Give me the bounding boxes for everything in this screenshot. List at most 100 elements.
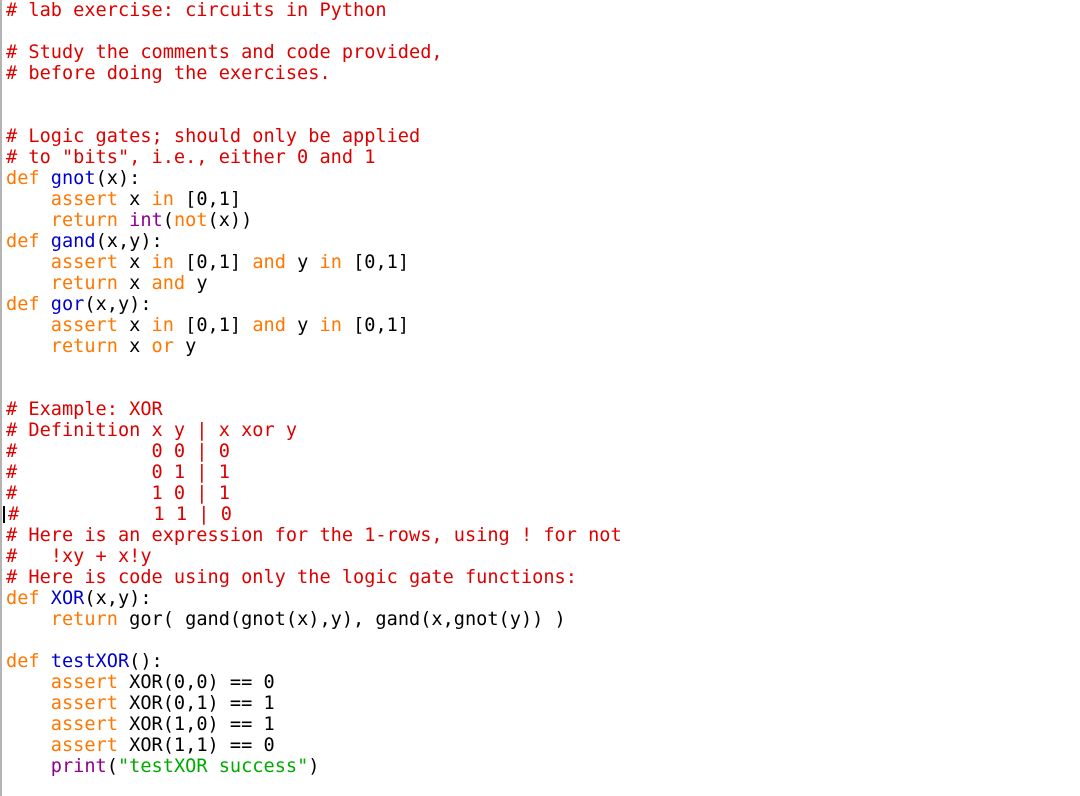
token-plain: [0,1] — [173, 315, 253, 336]
code-line[interactable]: return int(not(x)) — [2, 210, 1080, 231]
code-line[interactable]: # Example: XOR — [2, 399, 1080, 420]
token-comment: # to "bits", i.e., either 0 and 1 — [6, 147, 376, 168]
token-defname: testXOR — [50, 651, 130, 672]
code-line[interactable]: assert x in [0,1] and y in [0,1] — [2, 252, 1080, 273]
code-line[interactable]: # Definition x y | x xor y — [2, 420, 1080, 441]
token-keyword: assert — [50, 714, 118, 735]
code-line[interactable]: # 0 0 | 0 — [2, 441, 1080, 462]
token-keyword: and — [252, 252, 286, 273]
token-keyword: def — [6, 294, 51, 315]
token-plain: (x,y): — [95, 231, 163, 252]
code-line[interactable]: assert XOR(1,1) == 0 — [2, 735, 1080, 756]
token-comment: # Definition x y | x xor y — [6, 420, 298, 441]
code-line[interactable] — [2, 357, 1080, 378]
token-plain: x — [117, 273, 152, 294]
token-keyword: return — [50, 609, 118, 630]
token-builtin: int — [129, 210, 163, 231]
token-plain: ( — [106, 756, 118, 777]
token-plain: XOR(1,0) == 1 — [117, 714, 275, 735]
token-keyword: def — [6, 168, 51, 189]
token-keyword: assert — [50, 672, 118, 693]
token-comment: # Logic gates; should only be applied — [6, 126, 421, 147]
code-line[interactable]: assert XOR(0,1) == 1 — [2, 693, 1080, 714]
token-plain: y — [185, 273, 208, 294]
token-keyword: assert — [50, 252, 118, 273]
token-plain: y — [173, 336, 197, 357]
token-comment: # before doing the exercises. — [6, 63, 331, 84]
token-comment: # Here is code using only the logic gate… — [6, 567, 577, 588]
code-line[interactable]: # 1 1 | 0 — [2, 504, 1080, 525]
code-line[interactable]: def gor(x,y): — [2, 294, 1080, 315]
token-keyword: and — [252, 315, 286, 336]
code-line[interactable] — [2, 630, 1080, 651]
code-line[interactable] — [2, 21, 1080, 42]
token-plain: (): — [129, 651, 163, 672]
token-keyword: in — [319, 252, 342, 273]
token-keyword: def — [6, 651, 51, 672]
code-line[interactable]: # !xy + x!y — [2, 546, 1080, 567]
token-plain: y — [285, 315, 320, 336]
token-keyword: in — [151, 189, 174, 210]
code-line[interactable]: def gnot(x): — [2, 168, 1080, 189]
token-defname: XOR — [50, 588, 85, 609]
code-line[interactable]: # Logic gates; should only be applied — [2, 126, 1080, 147]
code-line[interactable]: def gand(x,y): — [2, 231, 1080, 252]
token-defname: gand — [50, 231, 96, 252]
token-plain: x — [117, 189, 152, 210]
token-comment: # Example: XOR — [6, 399, 163, 420]
code-line[interactable]: assert x in [0,1] and y in [0,1] — [2, 315, 1080, 336]
token-plain: (x,y): — [84, 588, 152, 609]
token-keyword: assert — [50, 315, 118, 336]
token-plain: (x,y): — [84, 294, 152, 315]
token-keyword: in — [319, 315, 342, 336]
token-keyword: def — [6, 231, 51, 252]
code-line[interactable]: return x and y — [2, 273, 1080, 294]
code-line[interactable] — [2, 84, 1080, 105]
token-keyword: return — [50, 336, 118, 357]
code-line[interactable]: return x or y — [2, 336, 1080, 357]
code-line[interactable] — [2, 378, 1080, 399]
code-line[interactable]: # lab exercise: circuits in Python — [2, 0, 1080, 21]
token-comment: # Study the comments and code provided, — [6, 42, 443, 63]
code-line[interactable] — [2, 105, 1080, 126]
token-keyword: in — [151, 252, 174, 273]
token-plain: x — [117, 315, 152, 336]
code-line[interactable]: return gor( gand(gnot(x),y), gand(x,gnot… — [2, 609, 1080, 630]
token-comment: # 1 0 | 1 — [6, 483, 230, 504]
token-comment: # 0 1 | 1 — [6, 462, 230, 483]
code-line[interactable]: # Here is an expression for the 1-rows, … — [2, 525, 1080, 546]
code-line[interactable]: print("testXOR success") — [2, 756, 1080, 777]
code-line[interactable]: assert x in [0,1] — [2, 189, 1080, 210]
code-line[interactable]: def XOR(x,y): — [2, 588, 1080, 609]
token-plain: gor( gand(gnot(x),y), gand(x,gnot(y)) ) — [117, 609, 566, 630]
token-defname: gor — [50, 294, 85, 315]
token-plain: [0,1] — [173, 189, 242, 210]
code-line[interactable]: # 0 1 | 1 — [2, 462, 1080, 483]
code-line[interactable]: assert XOR(0,0) == 0 — [2, 672, 1080, 693]
token-plain: XOR(0,0) == 0 — [117, 672, 275, 693]
code-line[interactable]: # to "bits", i.e., either 0 and 1 — [2, 147, 1080, 168]
code-line[interactable]: # Study the comments and code provided, — [2, 42, 1080, 63]
token-keyword: and — [151, 273, 186, 294]
code-line[interactable]: def testXOR(): — [2, 651, 1080, 672]
code-text-area[interactable]: # lab exercise: circuits in Python # Stu… — [2, 0, 1080, 796]
code-line[interactable]: assert XOR(1,0) == 1 — [2, 714, 1080, 735]
token-comment: # lab exercise: circuits in Python — [6, 0, 387, 21]
token-comment: # 1 1 | 0 — [8, 504, 232, 525]
code-line[interactable]: # before doing the exercises. — [2, 63, 1080, 84]
token-comment: # !xy + x!y — [6, 546, 152, 567]
token-plain: ) — [308, 756, 320, 777]
token-plain: XOR(1,1) == 0 — [117, 735, 275, 756]
token-keyword: return — [50, 210, 118, 231]
code-line[interactable]: # Here is code using only the logic gate… — [2, 567, 1080, 588]
idle-editor-window: # lab exercise: circuits in Python # Stu… — [0, 0, 1080, 796]
code-line[interactable]: # 1 0 | 1 — [2, 483, 1080, 504]
token-builtin: print — [50, 756, 107, 777]
